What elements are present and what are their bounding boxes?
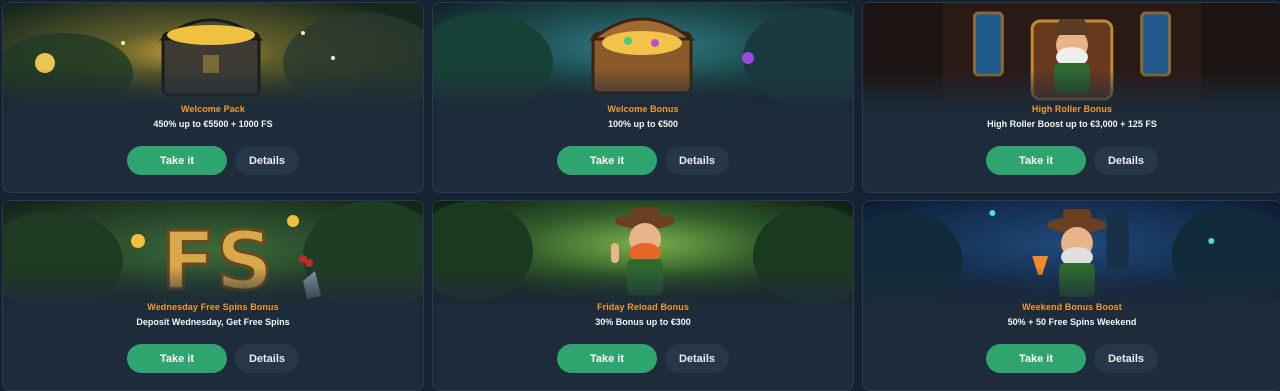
offer-title: Welcome Bonus <box>607 104 679 114</box>
take-it-button[interactable]: Take it <box>127 344 227 373</box>
offer-actions: Take it Details <box>433 344 853 373</box>
offer-card-high-roller-bonus: High Roller Bonus High Roller Boost up t… <box>862 2 1280 193</box>
take-it-button[interactable]: Take it <box>986 344 1086 373</box>
leprechaun-cocktail-night-image <box>863 201 1280 309</box>
offer-actions: Take it Details <box>433 146 853 175</box>
actions-spacer <box>1166 146 1196 175</box>
details-button[interactable]: Details <box>1094 146 1158 175</box>
offer-subtitle: 50% + 50 Free Spins Weekend <box>1007 317 1137 327</box>
actions-spacer <box>307 344 337 373</box>
offer-card-welcome-pack: Welcome Pack 450% up to €5500 + 1000 FS … <box>2 2 424 193</box>
offer-title: Welcome Pack <box>180 104 246 114</box>
offer-actions: Take it Details <box>863 344 1280 373</box>
details-button[interactable]: Details <box>235 344 299 373</box>
offer-card-wednesday-free-spins: FS Wednesday Free Spins Bonus Deposit We… <box>2 200 424 391</box>
offer-actions: Take it Details <box>3 146 423 175</box>
take-it-button[interactable]: Take it <box>127 146 227 175</box>
leprechaun-waving-image <box>433 201 853 309</box>
treasure-chest-jungle-image <box>433 3 853 111</box>
actions-spacer <box>737 146 767 175</box>
offer-card-friday-reload: Friday Reload Bonus 30% Bonus up to €300… <box>432 200 854 391</box>
details-button[interactable]: Details <box>665 344 729 373</box>
svg-text:FS: FS <box>161 215 273 308</box>
offer-subtitle: 450% up to €5500 + 1000 FS <box>153 119 273 129</box>
details-button[interactable]: Details <box>665 146 729 175</box>
take-it-button[interactable]: Take it <box>557 146 657 175</box>
offer-actions: Take it Details <box>3 344 423 373</box>
stone-fs-letters-image: FS <box>3 201 423 309</box>
take-it-button[interactable]: Take it <box>986 146 1086 175</box>
leprechaun-throne-image <box>863 3 1280 111</box>
take-it-button[interactable]: Take it <box>557 344 657 373</box>
offer-subtitle: Deposit Wednesday, Get Free Spins <box>136 317 290 327</box>
offer-card-weekend-bonus-boost: Weekend Bonus Boost 50% + 50 Free Spins … <box>862 200 1280 391</box>
offer-title: Wednesday Free Spins Bonus <box>147 302 279 312</box>
details-button[interactable]: Details <box>235 146 299 175</box>
offer-subtitle: High Roller Boost up to €3,000 + 125 FS <box>987 119 1157 129</box>
offer-subtitle: 30% Bonus up to €300 <box>595 317 691 327</box>
offer-title: Friday Reload Bonus <box>597 302 689 312</box>
offer-card-welcome-bonus: Welcome Bonus 100% up to €500 Take it De… <box>432 2 854 193</box>
actions-spacer <box>307 146 337 175</box>
offers-grid: Welcome Pack 450% up to €5500 + 1000 FS … <box>0 0 1280 391</box>
offer-title: High Roller Bonus <box>1031 104 1113 114</box>
treasure-chest-forest-image <box>3 3 423 111</box>
details-button[interactable]: Details <box>1094 344 1158 373</box>
actions-spacer <box>1166 344 1196 373</box>
offer-actions: Take it Details <box>863 146 1280 175</box>
offer-title: Weekend Bonus Boost <box>1022 302 1122 312</box>
actions-spacer <box>737 344 767 373</box>
offer-subtitle: 100% up to €500 <box>607 119 679 129</box>
